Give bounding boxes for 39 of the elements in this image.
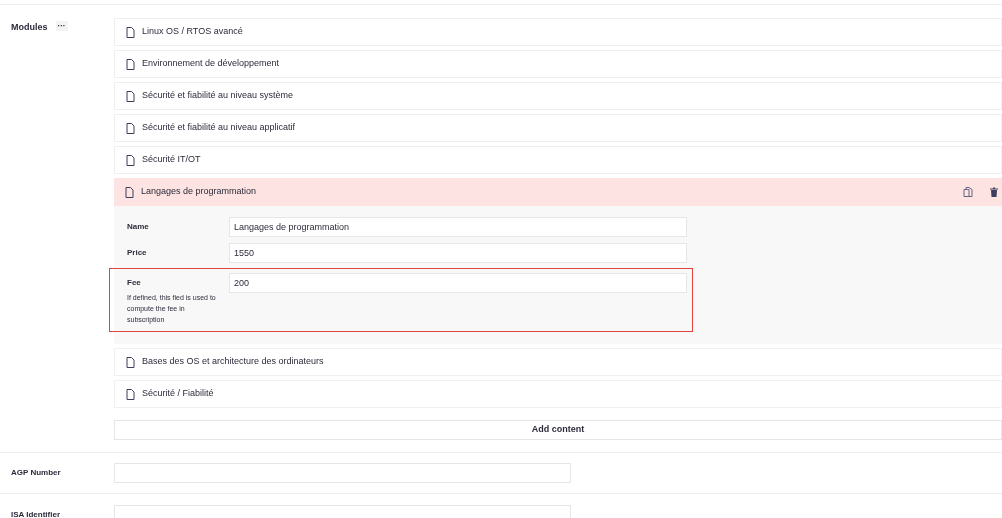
module-title: Bases des OS et architecture des ordinateurs xyxy=(142,355,325,369)
field-label: Name xyxy=(127,221,150,233)
module-item[interactable]: Bases des OS et architecture des ordinateurs xyxy=(114,348,1002,376)
document-icon xyxy=(126,122,135,134)
field-label: Price xyxy=(127,247,148,259)
copy-icon[interactable] xyxy=(963,187,973,197)
text-field[interactable]: Langages de programmation xyxy=(229,217,687,237)
module-item[interactable]: Sécurité et fiabilité au niveau système xyxy=(114,82,1002,110)
module-title: Linux OS / RTOS avancé xyxy=(142,25,244,39)
document-icon xyxy=(126,388,135,400)
document-icon xyxy=(126,26,135,38)
module-title: Sécurité et fiabilité au niveau système xyxy=(142,89,295,103)
trash-icon[interactable] xyxy=(990,187,998,197)
more-button[interactable]: ··· xyxy=(55,21,68,31)
module-item[interactable]: Sécurité et fiabilité au niveau applicatif xyxy=(114,114,1002,142)
text-field[interactable]: 200 xyxy=(229,273,687,293)
field-label: AGP Number xyxy=(10,467,62,479)
module-item[interactable]: Environnement de développement xyxy=(114,50,1002,78)
document-icon xyxy=(126,154,135,166)
module-title: Langages de programmation xyxy=(141,185,258,199)
module-item[interactable]: Linux OS / RTOS avancé xyxy=(114,18,1002,46)
module-item[interactable]: Sécurité IT/OT xyxy=(114,146,1002,174)
module-item[interactable]: Sécurité / Fiabilité xyxy=(114,380,1002,408)
field-label: Fee xyxy=(127,277,142,289)
module-title: Sécurité IT/OT xyxy=(142,153,202,167)
text-field[interactable]: 1550 xyxy=(229,243,687,263)
field-label: ISA Identifier xyxy=(10,508,62,518)
module-title: Sécurité / Fiabilité xyxy=(142,387,215,401)
document-icon xyxy=(125,186,134,198)
document-icon xyxy=(126,90,135,102)
field-label: Modules xyxy=(11,21,48,34)
module-title: Environnement de développement xyxy=(142,57,281,71)
module-item[interactable]: Langages de programmation xyxy=(114,178,1002,206)
add-content-button[interactable]: Add content xyxy=(114,420,1002,440)
module-title: Sécurité et fiabilité au niveau applicatif xyxy=(142,121,297,135)
text-field[interactable] xyxy=(114,463,571,483)
text-field[interactable] xyxy=(114,504,571,518)
document-icon xyxy=(126,356,135,368)
document-icon xyxy=(126,58,135,70)
